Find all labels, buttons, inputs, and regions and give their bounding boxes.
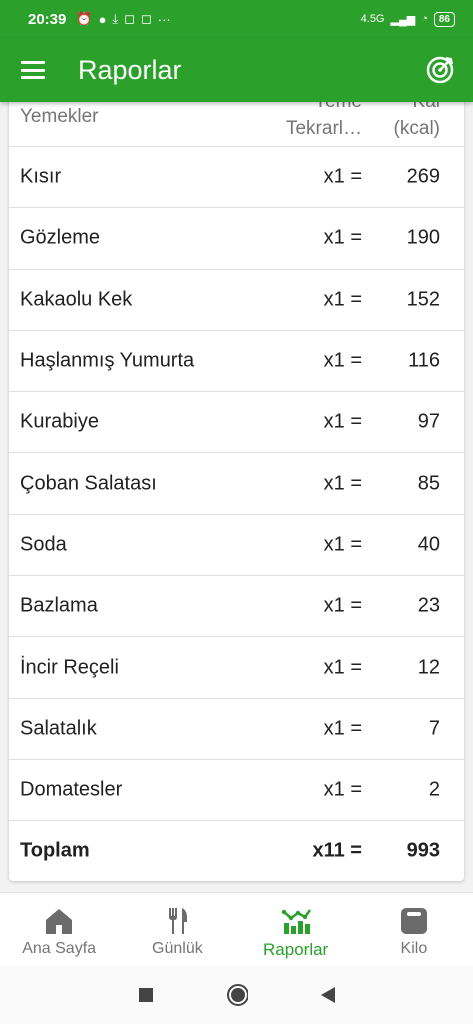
nav-weight-label: Kilo <box>400 940 428 957</box>
repeat-count: x1 = <box>323 410 362 433</box>
nav-home[interactable]: Ana Sayfa <box>0 893 118 967</box>
bottom-navigation: Ana Sayfa Günlük Raporlar Kilo <box>0 892 473 967</box>
system-navigation <box>0 966 473 1024</box>
battery-icon: 86 <box>433 11 455 27</box>
food-name: Kısır <box>20 165 62 188</box>
status-bar: 20:39 ⏰ ● ⤓ ◻ ◻ ··· 4.5G ▂▄▆ ◔ 86 <box>0 0 473 38</box>
home-icon <box>46 909 73 934</box>
header-food: Yemekler <box>20 106 99 127</box>
menu-icon[interactable] <box>21 61 45 79</box>
table-row: Kakaolu Kek x1 = 152 <box>9 270 464 331</box>
circle-icon <box>226 984 248 1006</box>
food-name: Bazlama <box>20 594 98 617</box>
nav-diary-label: Günlük <box>152 940 203 957</box>
kcal-value: 85 <box>417 472 440 495</box>
download-icon: ⤓ <box>112 11 119 26</box>
instagram-icon: ◻ <box>124 11 135 26</box>
table-row: Soda x1 = 40 <box>9 515 464 577</box>
food-name: Çoban Salatası <box>20 472 157 495</box>
status-time: 20:39 <box>28 10 67 28</box>
nav-diary[interactable]: Günlük <box>118 893 236 967</box>
table-row: Bazlama x1 = 23 <box>9 576 464 638</box>
total-row: Toplam x11 = 993 <box>9 821 464 881</box>
food-name: İncir Reçeli <box>20 656 119 679</box>
kcal-value: 152 <box>406 288 440 311</box>
nav-weight[interactable]: Kilo <box>355 893 473 967</box>
signal-icon: ▂▄▆ <box>390 13 416 26</box>
square-icon <box>138 988 153 1002</box>
repeat-count: x1 = <box>323 717 362 740</box>
nav-home-label: Ana Sayfa <box>22 940 97 957</box>
alarm-icon: ⏰ <box>76 11 93 26</box>
repeat-count: x1 = <box>323 533 362 556</box>
back-triangle-icon <box>320 987 335 1003</box>
table-row: Salatalık x1 = 7 <box>9 699 464 760</box>
header-repeat: YemeTekrarl… <box>285 102 362 139</box>
home-button[interactable] <box>226 984 248 1006</box>
food-name: Kakaolu Kek <box>20 288 133 311</box>
kcal-value: 7 <box>428 717 440 740</box>
scale-icon <box>400 908 427 934</box>
table-row: Kısır x1 = 269 <box>9 147 464 209</box>
table-row: Çoban Salatası x1 = 85 <box>9 453 464 515</box>
food-name: Domatesler <box>20 778 123 801</box>
kcal-value: 116 <box>408 349 440 372</box>
target-icon[interactable] <box>425 55 455 85</box>
table-row: Haşlanmış Yumurta x1 = 116 <box>9 331 464 393</box>
repeat-count: x1 = <box>323 778 362 801</box>
food-name: Kurabiye <box>20 410 99 433</box>
table-row: Domatesler x1 = 2 <box>9 760 464 822</box>
wifi-icon: ◔ <box>421 13 428 25</box>
more-notifications-icon: ··· <box>157 11 171 27</box>
notification-icons: ⏰ ● ⤓ ◻ ◻ ··· <box>76 11 170 27</box>
kcal-value: 97 <box>417 410 440 433</box>
total-label: Toplam <box>20 839 90 862</box>
table-row: Gözleme x1 = 190 <box>9 208 464 270</box>
repeat-count: x1 = <box>323 226 362 249</box>
food-name: Salatalık <box>20 717 97 740</box>
kcal-value: 23 <box>417 594 440 617</box>
report-table: Yemekler YemeTekrarl… Kal(kcal) Kısır x1 … <box>9 102 464 882</box>
table-header: Yemekler YemeTekrarl… Kal(kcal) <box>9 102 464 147</box>
food-name: Soda <box>20 533 67 556</box>
repeat-count: x1 = <box>323 472 362 495</box>
food-name: Gözleme <box>20 226 101 249</box>
fork-knife-icon <box>169 908 188 934</box>
kcal-value: 2 <box>428 778 440 801</box>
page-title: Raporlar <box>78 54 182 85</box>
app-bar: Raporlar <box>0 38 473 102</box>
header-kcal: Kal(kcal) <box>393 102 440 139</box>
nav-reports-label: Raporlar <box>263 940 329 959</box>
kcal-value: 40 <box>417 533 440 556</box>
repeat-count: x1 = <box>323 594 362 617</box>
nav-reports[interactable]: Raporlar <box>237 893 355 967</box>
repeat-count: x1 = <box>323 165 362 188</box>
table-row: İncir Reçeli x1 = 12 <box>9 637 464 699</box>
total-kcal: 993 <box>406 839 440 862</box>
facebook-icon: ● <box>98 11 107 27</box>
report-content[interactable]: Yemekler YemeTekrarl… Kal(kcal) Kısır x1 … <box>0 102 473 892</box>
back-button[interactable] <box>317 984 339 1006</box>
table-row: Kurabiye x1 = 97 <box>9 392 464 454</box>
kcal-value: 12 <box>417 656 440 679</box>
repeat-count: x1 = <box>323 349 362 372</box>
network-label: 4.5G <box>360 13 385 25</box>
instagram-icon-2: ◻ <box>140 11 152 26</box>
total-repeat: x11 = <box>312 839 362 862</box>
kcal-value: 190 <box>406 226 440 249</box>
kcal-value: 269 <box>406 165 440 188</box>
repeat-count: x1 = <box>323 288 362 311</box>
food-name: Haşlanmış Yumurta <box>20 349 195 372</box>
chart-icon <box>281 909 311 934</box>
repeat-count: x1 = <box>323 656 362 679</box>
recents-button[interactable] <box>135 984 157 1006</box>
